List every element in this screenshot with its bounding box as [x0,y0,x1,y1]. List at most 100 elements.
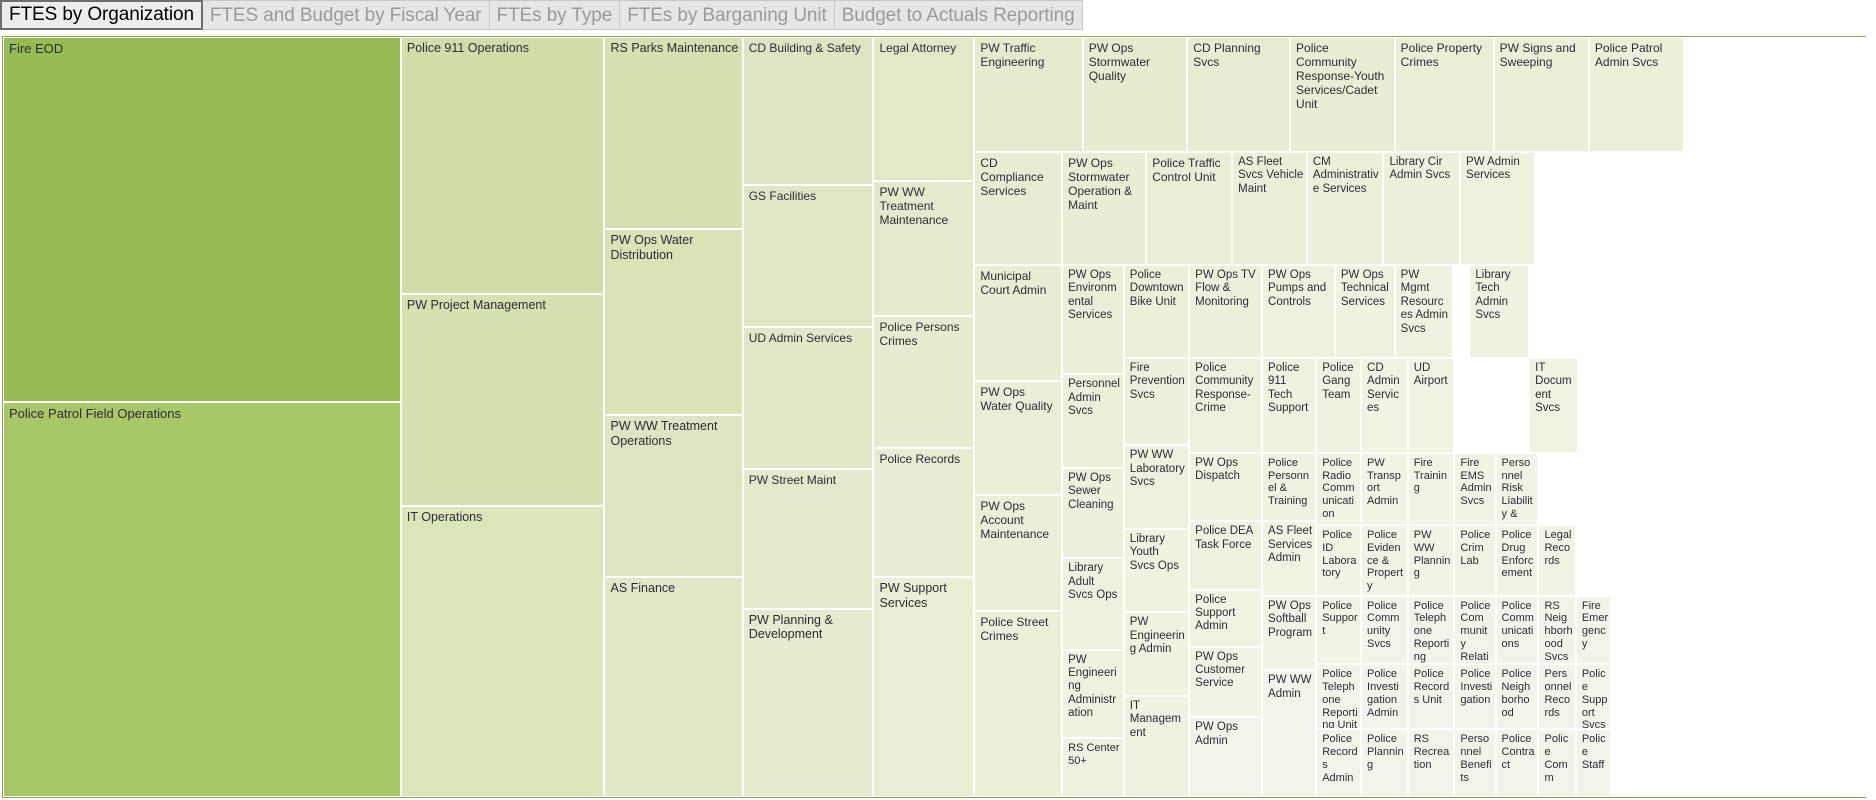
treemap-tile[interactable]: CD Building & Safety [742,37,874,186]
treemap-tile[interactable]: PW Ops Stormwater Operation & Maint [1062,151,1147,265]
treemap-tile[interactable]: PW Planning & Development [742,608,874,797]
treemap-tile[interactable]: Legal Records [1538,524,1576,596]
treemap-tile[interactable]: Police ID Laboratory [1316,524,1362,596]
treemap-tile[interactable]: Personnel Benefits [1454,729,1496,797]
treemap-tile[interactable]: PW WW Treatment Maintenance [873,181,975,316]
treemap-tile[interactable]: Police Neighborhood [1495,664,1539,730]
treemap-tile[interactable]: Library Adult Svcs Ops [1062,558,1124,650]
treemap-tile[interactable]: Police Persons Crimes [873,315,975,449]
tab-ftes-by-organization[interactable]: FTES by Organization [0,0,203,30]
treemap-tile[interactable]: Police Property Crimes [1394,37,1494,152]
treemap-tile[interactable]: UD Admin Services [742,326,874,469]
treemap-tile[interactable]: Police Community Response-Youth Services… [1290,37,1395,152]
treemap-tile[interactable]: AS Fleet Svcs Vehicle Maint [1232,151,1307,265]
treemap-tile[interactable]: Personnel Records [1538,664,1576,730]
treemap-tile[interactable]: PW Ops Admin [1189,717,1263,797]
treemap-tile[interactable]: Police Records [873,448,975,578]
treemap-tile[interactable]: Police Downtown Bike Unit [1123,265,1190,358]
treemap-tile[interactable]: Police Records Admin [1316,729,1362,797]
treemap-tile[interactable]: GS Facilities [742,185,874,327]
treemap-tile[interactable]: PW Engineering Admin [1123,612,1190,696]
treemap-tile[interactable]: IT Operations [400,505,605,797]
treemap-tile[interactable]: CD Admin Services [1361,357,1408,453]
treemap-tile[interactable]: Police Personnel & Training [1262,452,1317,522]
treemap-tile[interactable]: PW Ops Customer Service [1189,646,1263,718]
treemap-tile[interactable]: IT Management [1123,695,1190,797]
treemap-tile[interactable]: AS Finance [604,576,743,797]
treemap-tile[interactable]: Personnel Risk Liability & [1495,452,1539,525]
treemap-tile[interactable]: PW Project Management [400,293,605,506]
tab-ftes-and-budget-by-fiscal-year[interactable]: FTES and Budget by Fiscal Year [202,0,490,30]
treemap-tile[interactable]: Police Community Relations [1454,595,1496,664]
tab-ftes-by-barganing-unit[interactable]: FTEs by Barganing Unit [620,0,835,30]
treemap-tile[interactable]: PW Ops Account Maintenance [974,494,1063,611]
treemap-tile[interactable]: PW Street Maint [742,468,874,609]
treemap-tile[interactable]: Police Support Svcs [1575,664,1612,730]
treemap-tile[interactable]: PW Ops TV Flow & Monitoring [1189,265,1263,358]
treemap-tile[interactable]: Police Evidence & Property [1361,524,1408,596]
treemap-tile[interactable]: Police Support [1316,595,1362,664]
treemap-tile[interactable]: CD Planning Svcs [1187,37,1291,152]
treemap-tile[interactable]: PW Mgmt Resources Admin Svcs [1394,265,1453,358]
treemap-tile[interactable]: Police Investigation Admin [1361,664,1408,730]
treemap-tile[interactable]: PW WW Admin [1262,670,1317,797]
treemap-chart[interactable]: Fire EOD Police Patrol Field Operations Po… [2,36,1872,798]
treemap-tile[interactable]: Fire Prevention Svcs [1123,357,1190,446]
treemap-tile[interactable]: Police Crim Lab [1454,524,1496,596]
treemap-tile[interactable]: RS Neighborhood Svcs [1538,595,1576,664]
treemap-tile[interactable]: Legal Attorney [873,37,975,182]
treemap-tile[interactable]: RS Parks Maintenance [604,37,743,230]
treemap-tile[interactable]: Police Street Crimes [974,610,1063,797]
treemap-tile[interactable]: IT Document Svcs [1529,357,1578,453]
treemap-tile[interactable]: PW WW Laboratory Svcs [1123,445,1190,529]
treemap-tile[interactable]: PW WW Treatment Operations [604,415,743,577]
treemap-tile[interactable]: PW Ops Pumps and Controls [1262,265,1335,358]
treemap-tile[interactable]: AS Fleet Services Admin [1262,521,1317,596]
treemap-tile[interactable]: Police Investigation [1454,664,1496,730]
treemap-tile[interactable]: Police Records Unit [1407,664,1455,730]
treemap-tile[interactable]: Police Staff [1575,729,1612,797]
treemap-tile[interactable]: PW Ops Technical Services [1334,265,1395,358]
treemap-tile[interactable]: Police 911 Operations [400,37,605,294]
treemap-tile[interactable]: Fire EOD [3,37,401,402]
tab-ftes-by-type[interactable]: FTEs by Type [489,0,621,30]
treemap-tile[interactable]: PW Traffic Engineering [974,37,1083,152]
treemap-tile[interactable]: Police Radio Communication [1316,452,1362,525]
treemap-tile[interactable]: RS Recreation [1407,729,1455,797]
treemap-tile[interactable]: Police Comm [1538,729,1576,797]
treemap-tile[interactable]: Police Communications [1495,595,1539,664]
treemap-tile[interactable]: PW Ops Stormwater Quality [1082,37,1188,152]
treemap-tile[interactable]: Library Youth Svcs Ops [1123,528,1190,613]
treemap-tile[interactable]: Personnel Admin Svcs [1062,374,1124,468]
treemap-tile[interactable]: PW Transport Admin [1361,452,1408,525]
treemap-tile[interactable]: Police Traffic Control Unit [1146,151,1233,265]
treemap-tile[interactable]: Police Community Response-Crime [1189,357,1263,453]
treemap-tile[interactable]: PW Admin Services [1460,151,1535,265]
treemap-tile[interactable]: Police Support Admin [1189,589,1263,647]
treemap-tile[interactable]: Police DEA Task Force [1189,521,1263,590]
tab-budget-to-actuals-reporting[interactable]: Budget to Actuals Reporting [834,0,1083,30]
treemap-tile[interactable]: Police Contract [1495,729,1539,797]
treemap-tile[interactable]: PW Ops Dispatch [1189,452,1263,522]
treemap-tile[interactable]: UD Airport [1407,357,1455,453]
treemap-tile[interactable]: Fire Training [1407,452,1455,525]
treemap-tile[interactable]: CD Compliance Services [974,151,1063,265]
treemap-tile[interactable]: Municipal Court Admin [974,265,1063,381]
treemap-tile[interactable]: Fire EMS Admin Svcs [1454,452,1496,525]
treemap-tile[interactable]: Police 911 Tech Support [1262,357,1317,453]
treemap-tile[interactable]: CM Administrative Services [1306,151,1384,265]
treemap-tile[interactable]: Fire Emergency [1575,595,1612,664]
treemap-tile[interactable]: PW Signs and Sweeping [1493,37,1589,152]
treemap-tile[interactable]: PW Ops Environmental Services [1062,265,1124,375]
treemap-tile[interactable]: Police Gang Team [1316,357,1362,453]
treemap-tile[interactable]: Library Cir Admin Svcs [1383,151,1461,265]
treemap-tile[interactable]: Police Patrol Field Operations [3,401,401,797]
treemap-tile[interactable]: PW Ops Softball Program [1262,595,1317,671]
treemap-tile[interactable]: Police Patrol Admin Svcs [1588,37,1685,152]
treemap-tile[interactable]: Library Tech Admin Svcs [1469,265,1530,358]
treemap-tile[interactable]: PW Engineering Administration [1062,649,1124,739]
treemap-tile[interactable]: Police Community Svcs [1361,595,1408,664]
treemap-tile[interactable]: Police Telephone Reporting [1407,595,1455,664]
treemap-tile[interactable]: Police Drug Enforcement [1495,524,1539,596]
treemap-tile[interactable]: PW Ops Sewer Cleaning [1062,467,1124,559]
